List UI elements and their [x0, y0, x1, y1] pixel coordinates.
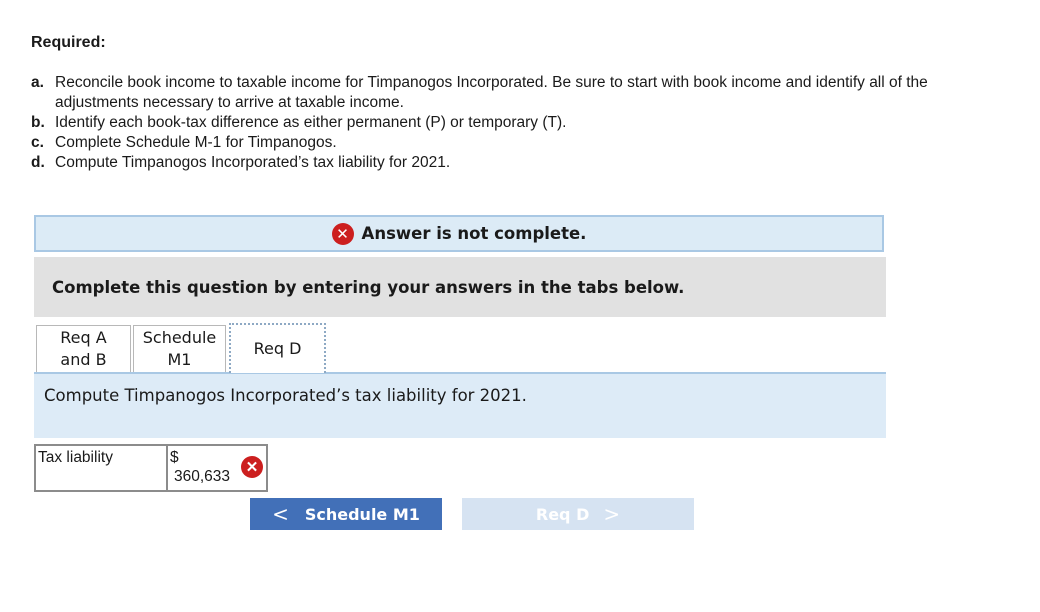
tab-panel: Compute Timpanogos Incorporated’s tax li…	[34, 372, 886, 438]
tab-label: Schedule M1	[143, 327, 217, 371]
required-heading: Required:	[31, 34, 106, 51]
requirement-text: Complete Schedule M-1 for Timpanogos.	[55, 134, 337, 151]
requirement-letter: d.	[31, 154, 45, 171]
next-req-d-button[interactable]: Req D >	[462, 498, 694, 530]
requirement-text: Identify each book-tax difference as eit…	[55, 114, 567, 131]
answer-table: Tax liability $ 360,633 ✕	[34, 444, 268, 492]
answer-status-banner: ✕ Answer is not complete.	[34, 215, 884, 252]
tab-label-line: and B	[60, 350, 107, 369]
requirement-text: Compute Timpanogos Incorporated’s tax li…	[55, 154, 451, 171]
requirement-item: a. Reconcile book income to taxable incom…	[31, 73, 951, 113]
instructions-text: Complete this question by entering your …	[52, 277, 685, 297]
tab-schedule-m1[interactable]: Schedule M1	[133, 325, 226, 373]
prev-button-label: Schedule M1	[304, 504, 420, 524]
tab-req-a-and-b[interactable]: Req A and B	[36, 325, 131, 373]
requirement-item: d. Compute Timpanogos Incorporated’s tax …	[31, 153, 951, 173]
tab-label-line: Schedule	[142, 328, 217, 347]
currency-symbol: $	[170, 449, 179, 466]
requirement-item: c. Complete Schedule M-1 for Timpanogos.	[31, 133, 951, 153]
chevron-left-icon: <	[272, 502, 289, 526]
table-row: Tax liability $ 360,633 ✕	[34, 444, 268, 492]
tab-label: Req A and B	[60, 327, 106, 371]
x-circle-icon: ✕	[331, 222, 354, 245]
tab-label-line: Req A	[60, 328, 107, 347]
requirement-letter: c.	[31, 134, 44, 151]
requirements-list: a. Reconcile book income to taxable incom…	[31, 73, 951, 173]
tab-label: Req D	[253, 339, 302, 358]
incorrect-icon: ✕	[241, 456, 263, 478]
answer-status-text: Answer is not complete.	[361, 224, 587, 243]
panel-prompt: Compute Timpanogos Incorporated’s tax li…	[44, 386, 527, 405]
requirement-letter: a.	[31, 74, 44, 91]
requirement-item: b. Identify each book-tax difference as e…	[31, 113, 951, 133]
tab-req-d[interactable]: Req D	[229, 323, 326, 373]
prev-schedule-m1-button[interactable]: < Schedule M1	[250, 498, 442, 530]
next-button-label: Req D	[535, 504, 590, 524]
tab-label-line: M1	[167, 350, 192, 369]
instructions-bar: Complete this question by entering your …	[34, 257, 886, 317]
requirement-text: Reconcile book income to taxable income …	[55, 74, 928, 111]
requirement-letter: b.	[31, 114, 45, 131]
tax-liability-input[interactable]: $ 360,633 ✕	[166, 444, 268, 492]
tax-liability-label: Tax liability	[34, 444, 168, 492]
chevron-right-icon: >	[603, 502, 621, 526]
